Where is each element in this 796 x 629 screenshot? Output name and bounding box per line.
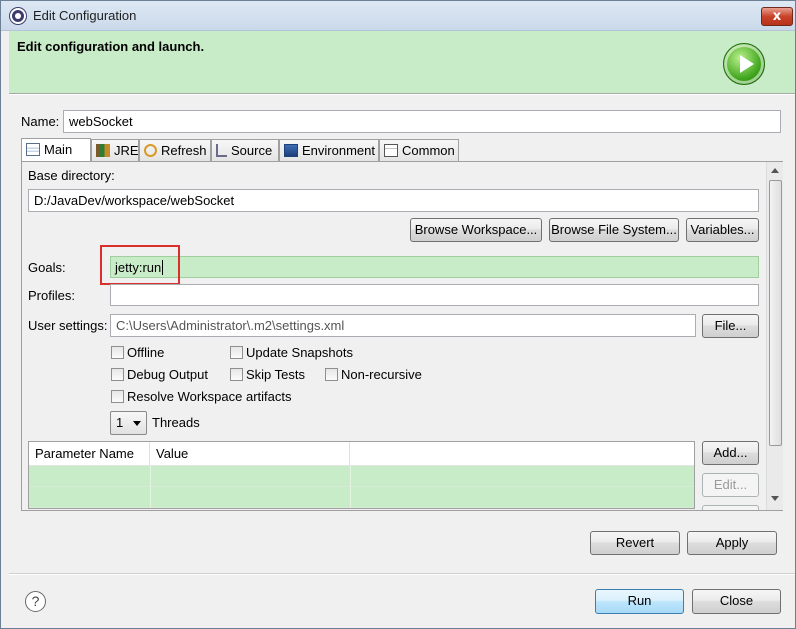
table-row[interactable] xyxy=(29,487,694,508)
scroll-up-icon[interactable] xyxy=(771,168,779,173)
close-window-button[interactable]: x xyxy=(761,7,793,26)
column-header-value[interactable]: Value xyxy=(150,442,350,466)
column-divider xyxy=(150,466,151,508)
eclipse-icon xyxy=(10,8,26,24)
tab-source[interactable]: Source xyxy=(211,139,279,161)
profiles-input[interactable] xyxy=(110,284,759,306)
window-title: Edit Configuration xyxy=(33,8,137,23)
tab-common[interactable]: Common xyxy=(379,139,459,161)
column-divider xyxy=(350,466,351,508)
run-launch-icon xyxy=(723,43,765,85)
banner-text: Edit configuration and launch. xyxy=(17,39,205,54)
tab-jre[interactable]: JRE xyxy=(91,139,139,161)
threads-label: Threads xyxy=(152,415,200,430)
tab-refresh[interactable]: Refresh xyxy=(139,139,211,161)
skip-tests-checkbox[interactable] xyxy=(230,368,243,381)
browse-workspace-button[interactable]: Browse Workspace... xyxy=(410,218,542,242)
add-parameter-button[interactable]: Add... xyxy=(702,441,759,465)
profiles-label: Profiles: xyxy=(28,288,75,303)
goals-input[interactable]: jetty:run xyxy=(110,256,759,278)
goals-label: Goals: xyxy=(28,260,66,275)
footer-separator xyxy=(9,573,795,575)
resolve-workspace-label: Resolve Workspace artifacts xyxy=(127,389,292,404)
name-input[interactable]: webSocket xyxy=(63,110,781,133)
run-button[interactable]: Run xyxy=(595,589,684,614)
chevron-down-icon xyxy=(133,421,141,426)
revert-button[interactable]: Revert xyxy=(590,531,680,555)
non-recursive-label: Non-recursive xyxy=(341,367,422,382)
refresh-icon xyxy=(144,144,157,157)
debug-output-checkbox[interactable] xyxy=(111,368,124,381)
vertical-scrollbar[interactable] xyxy=(766,162,783,510)
tab-main-label: Main xyxy=(44,142,73,157)
apply-button[interactable]: Apply xyxy=(687,531,777,555)
title-bar[interactable]: Edit Configuration x xyxy=(1,1,795,31)
document-icon xyxy=(26,143,40,156)
debug-output-label: Debug Output xyxy=(127,367,208,382)
file-button[interactable]: File... xyxy=(702,314,759,338)
name-label: Name: xyxy=(21,114,60,129)
tab-environment-label: Environment xyxy=(302,143,375,158)
edit-configuration-dialog: Edit Configuration x Edit configuration … xyxy=(0,0,796,629)
tab-environment[interactable]: Environment xyxy=(279,139,379,161)
threads-value: 1 xyxy=(116,415,124,430)
non-recursive-checkbox[interactable] xyxy=(325,368,338,381)
offline-checkbox[interactable] xyxy=(111,346,124,359)
base-directory-input[interactable]: D:/JavaDev/workspace/webSocket xyxy=(28,189,759,212)
help-icon[interactable]: ? xyxy=(25,591,46,612)
tab-refresh-label: Refresh xyxy=(161,143,207,158)
parameters-table[interactable]: Parameter Name Value xyxy=(28,441,695,509)
common-icon xyxy=(384,144,398,157)
threads-dropdown[interactable]: 1 xyxy=(110,411,147,435)
user-settings-label: User settings: xyxy=(28,318,108,333)
edit-parameter-button[interactable]: Edit... xyxy=(702,473,759,497)
column-header-filler xyxy=(350,442,694,466)
tab-main[interactable]: Main xyxy=(21,138,91,162)
scroll-down-icon[interactable] xyxy=(771,496,779,501)
tab-source-label: Source xyxy=(231,143,273,158)
column-header-parameter-name[interactable]: Parameter Name xyxy=(29,442,150,466)
browse-file-system-button[interactable]: Browse File System... xyxy=(549,218,679,242)
skip-tests-label: Skip Tests xyxy=(246,367,306,382)
tab-jre-label: JRE xyxy=(114,143,139,158)
header-separator xyxy=(9,93,795,95)
offline-label: Offline xyxy=(127,345,165,360)
table-row[interactable] xyxy=(29,466,694,487)
close-button[interactable]: Close xyxy=(692,589,781,614)
update-snapshots-checkbox[interactable] xyxy=(230,346,243,359)
highlight-annotation xyxy=(100,245,180,285)
user-settings-input[interactable]: C:\Users\Administrator\.m2\settings.xml xyxy=(110,314,696,337)
header-banner: Edit configuration and launch. xyxy=(9,31,795,93)
update-snapshots-label: Update Snapshots xyxy=(246,345,353,360)
environment-icon xyxy=(284,144,298,157)
tab-common-label: Common xyxy=(402,143,455,158)
resolve-workspace-checkbox[interactable] xyxy=(111,390,124,403)
jre-library-icon xyxy=(96,144,110,157)
variables-button[interactable]: Variables... xyxy=(686,218,759,242)
base-directory-label: Base directory: xyxy=(28,168,115,183)
source-icon xyxy=(216,144,227,157)
remove-parameter-button[interactable] xyxy=(702,505,759,510)
scrollbar-thumb[interactable] xyxy=(769,180,782,446)
